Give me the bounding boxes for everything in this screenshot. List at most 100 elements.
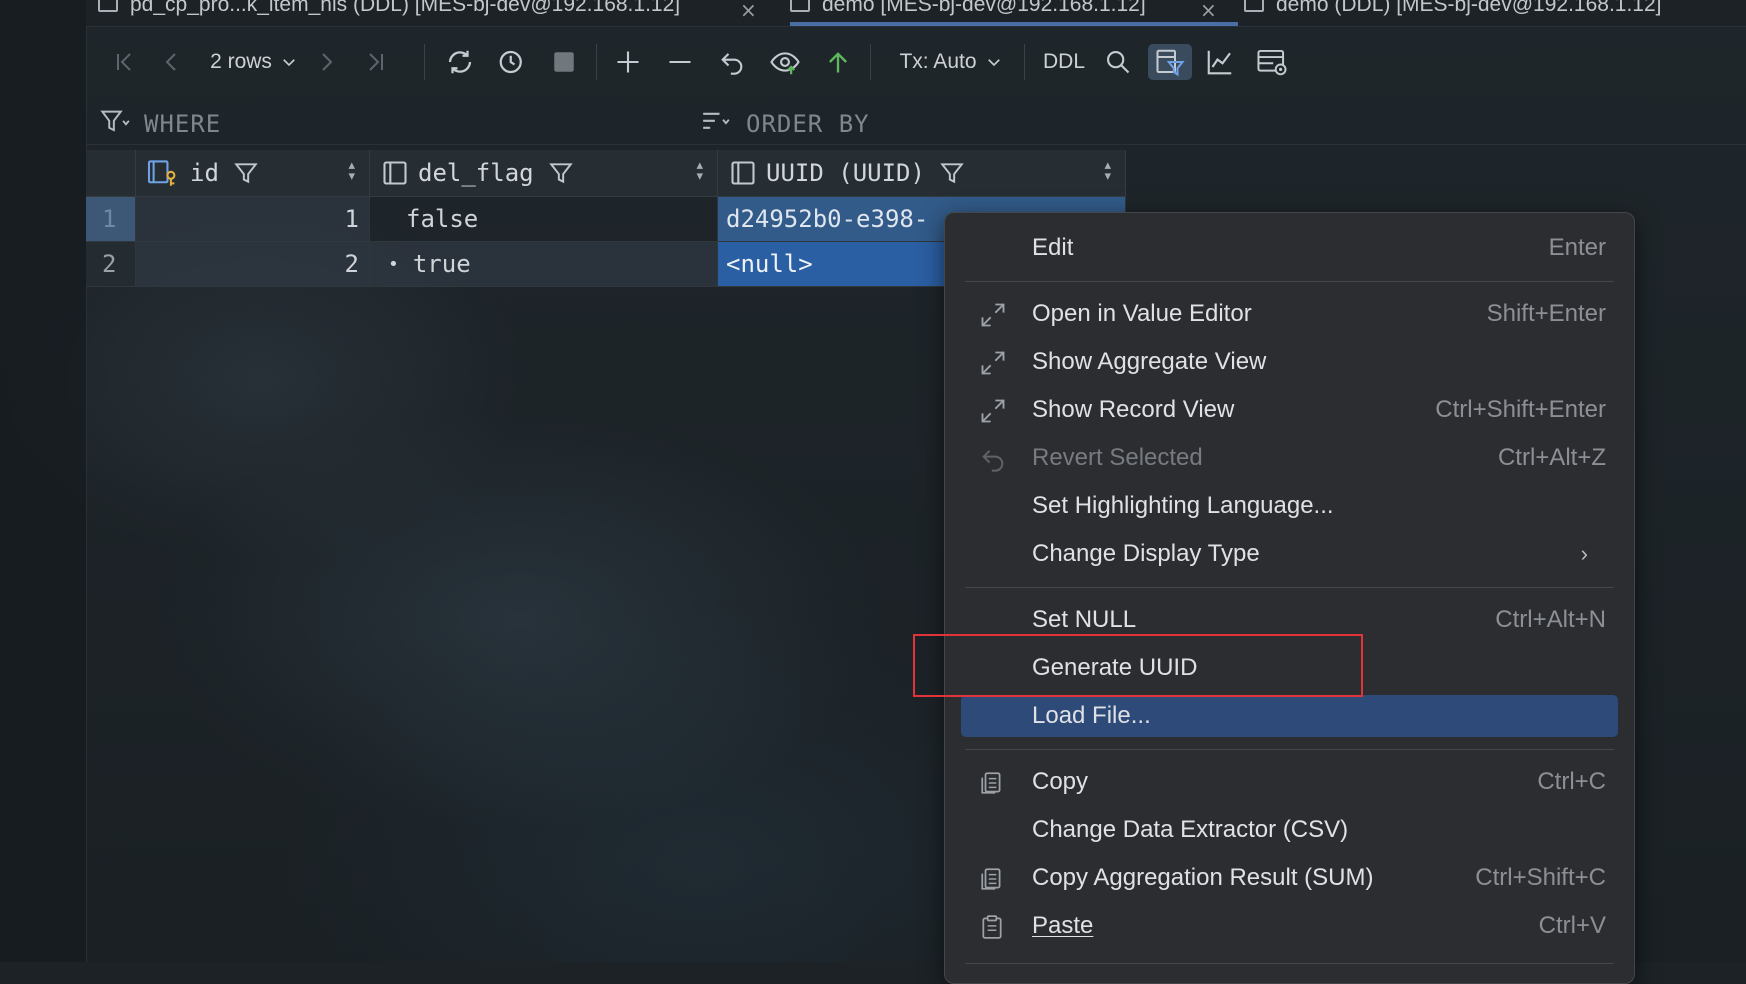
close-icon[interactable]: × bbox=[740, 0, 757, 22]
search-icon[interactable] bbox=[1100, 44, 1136, 80]
delete-row-icon[interactable] bbox=[662, 44, 698, 80]
submit-arrow-icon[interactable] bbox=[820, 44, 856, 80]
preview-changes-icon[interactable] bbox=[766, 44, 804, 80]
toolbar-divider bbox=[596, 44, 597, 80]
column-header-id[interactable]: id ▴ ▾ bbox=[136, 150, 370, 197]
menu-item-label: Show Record View bbox=[1032, 396, 1235, 423]
order-by-input[interactable]: ORDER BY bbox=[746, 110, 870, 138]
revert-icon[interactable] bbox=[714, 44, 750, 80]
tab-label: demo (DDL) [MES-bj-dev@192.168.1.12] bbox=[1276, 0, 1662, 16]
sort-icon[interactable]: ▴ ▾ bbox=[696, 159, 703, 183]
active-tab-indicator bbox=[790, 22, 1238, 26]
cell-del-flag[interactable]: false bbox=[370, 197, 718, 242]
menu-shortcut: Shift+Enter bbox=[1486, 300, 1606, 327]
paste-icon bbox=[982, 915, 1002, 939]
result-toolbar: 2 rows Tx: Auto DDL bbox=[86, 30, 1746, 94]
menu-item-label: Load File... bbox=[1032, 702, 1151, 729]
editor-tab-bar: pd_cp_pro...k_item_his (DDL) [MES-bj-dev… bbox=[86, 0, 1746, 27]
column-name: id bbox=[190, 159, 219, 187]
cell-del-flag[interactable]: • true bbox=[370, 242, 718, 287]
stop-icon[interactable] bbox=[546, 44, 582, 80]
menu-item-label: Copy Aggregation Result (SUM) bbox=[1032, 864, 1374, 891]
menu-shortcut: Ctrl+C bbox=[1537, 768, 1606, 795]
tab-ddl-history[interactable]: pd_cp_pro...k_item_his (DDL) [MES-bj-dev… bbox=[98, 0, 680, 26]
column-filter-icon[interactable] bbox=[548, 160, 574, 186]
column-name: del_flag bbox=[418, 159, 534, 187]
view-settings-icon[interactable] bbox=[1252, 44, 1292, 80]
copy-icon bbox=[981, 868, 1001, 890]
column-filter-icon[interactable] bbox=[233, 160, 259, 186]
column-header-uuid[interactable]: UUID (UUID) ▴ ▾ bbox=[718, 150, 1126, 197]
tab-demo-ddl[interactable]: demo (DDL) [MES-bj-dev@192.168.1.12] bbox=[1244, 0, 1662, 26]
history-clock-icon[interactable] bbox=[494, 44, 530, 80]
menu-separator bbox=[965, 749, 1614, 750]
revert-icon bbox=[982, 450, 1004, 472]
annotation-highlight-box bbox=[913, 634, 1363, 697]
menu-shortcut: Ctrl+Shift+C bbox=[1475, 864, 1606, 891]
transaction-mode-dropdown[interactable]: Tx: Auto bbox=[886, 44, 1016, 80]
order-by-icon[interactable] bbox=[700, 108, 732, 140]
tab-label: pd_cp_pro...k_item_his (DDL) [MES-bj-dev… bbox=[130, 0, 681, 16]
sort-icon[interactable]: ▴ ▾ bbox=[1104, 159, 1111, 183]
table-icon bbox=[1244, 0, 1264, 12]
menu-item-show-record-view[interactable]: Show Record View Ctrl+Shift+Enter bbox=[961, 389, 1618, 431]
left-tool-strip bbox=[0, 0, 87, 962]
menu-item-edit[interactable]: Edit Enter bbox=[961, 227, 1618, 269]
last-page-icon[interactable] bbox=[360, 44, 392, 80]
menu-item-show-aggregate-view[interactable]: Show Aggregate View bbox=[961, 341, 1618, 383]
chevron-right-icon: › bbox=[1580, 541, 1588, 566]
menu-item-change-display-type[interactable]: Change Display Type › bbox=[961, 533, 1618, 575]
menu-item-load-file[interactable]: Load File... bbox=[961, 695, 1618, 737]
column-header-del-flag[interactable]: del_flag ▴ ▾ bbox=[370, 150, 718, 197]
menu-item-label: Set Highlighting Language... bbox=[1032, 492, 1334, 519]
menu-item-copy-aggregation-result[interactable]: Copy Aggregation Result (SUM) Ctrl+Shift… bbox=[961, 857, 1618, 899]
cell-id[interactable]: 2 bbox=[136, 242, 370, 287]
where-input[interactable]: WHERE bbox=[144, 110, 221, 138]
menu-item-label: Change Data Extractor (CSV) bbox=[1032, 816, 1349, 843]
menu-item-label: Copy bbox=[1032, 768, 1089, 795]
menu-item-revert-selected[interactable]: Revert Selected Ctrl+Alt+Z bbox=[961, 437, 1618, 479]
first-page-icon[interactable] bbox=[108, 44, 140, 80]
add-row-icon[interactable] bbox=[610, 44, 646, 80]
menu-item-label: Paste bbox=[1032, 912, 1094, 939]
column-filter-icon[interactable] bbox=[939, 160, 965, 186]
menu-shortcut: Ctrl+Shift+Enter bbox=[1435, 396, 1606, 423]
refresh-icon[interactable] bbox=[442, 44, 478, 80]
menu-shortcut: Ctrl+V bbox=[1538, 912, 1606, 939]
sort-icon[interactable]: ▴ ▾ bbox=[348, 159, 355, 183]
row-number[interactable]: 2 bbox=[86, 242, 136, 287]
menu-item-copy[interactable]: Copy Ctrl+C bbox=[961, 761, 1618, 803]
expand-icon bbox=[981, 303, 1005, 327]
close-icon[interactable]: × bbox=[1200, 0, 1217, 22]
toolbar-divider bbox=[424, 44, 425, 80]
filter-view-icon[interactable] bbox=[1148, 44, 1192, 80]
menu-separator bbox=[965, 587, 1614, 588]
filter-bar: WHERE ORDER BY bbox=[86, 100, 1746, 145]
context-menu: Edit Enter Open in Value Editor Shift+En… bbox=[944, 212, 1635, 984]
transaction-mode-label: Tx: Auto bbox=[899, 50, 977, 73]
column-name: UUID (UUID) bbox=[766, 159, 925, 187]
tab-label: demo [MES-bj-dev@192.168.1.12] bbox=[822, 0, 1146, 16]
menu-item-change-data-extractor[interactable]: Change Data Extractor (CSV) bbox=[961, 809, 1618, 851]
cell-id[interactable]: 1 bbox=[136, 197, 370, 242]
menu-item-paste[interactable]: Paste Ctrl+V bbox=[961, 905, 1618, 947]
chart-icon[interactable] bbox=[1202, 44, 1238, 80]
menu-item-label: Revert Selected bbox=[1032, 444, 1203, 471]
previous-page-icon[interactable] bbox=[156, 44, 188, 80]
next-page-icon[interactable] bbox=[310, 44, 342, 80]
menu-item-label: Change Display Type bbox=[1032, 540, 1260, 567]
table-icon bbox=[98, 0, 118, 12]
rows-count-dropdown[interactable]: 2 rows bbox=[204, 44, 304, 80]
menu-shortcut: Ctrl+Alt+N bbox=[1495, 606, 1606, 633]
menu-item-label: Edit bbox=[1032, 234, 1074, 261]
ddl-button[interactable]: DDL bbox=[1036, 44, 1092, 80]
expand-icon bbox=[981, 351, 1005, 375]
menu-item-label: Set NULL bbox=[1032, 606, 1137, 633]
menu-item-set-highlighting-language[interactable]: Set Highlighting Language... bbox=[961, 485, 1618, 527]
primary-key-column-icon bbox=[147, 160, 176, 186]
column-icon bbox=[383, 161, 407, 185]
filter-funnel-icon[interactable] bbox=[100, 108, 130, 140]
menu-item-open-value-editor[interactable]: Open in Value Editor Shift+Enter bbox=[961, 293, 1618, 335]
row-number[interactable]: 1 bbox=[86, 197, 136, 242]
menu-separator bbox=[965, 963, 1614, 964]
